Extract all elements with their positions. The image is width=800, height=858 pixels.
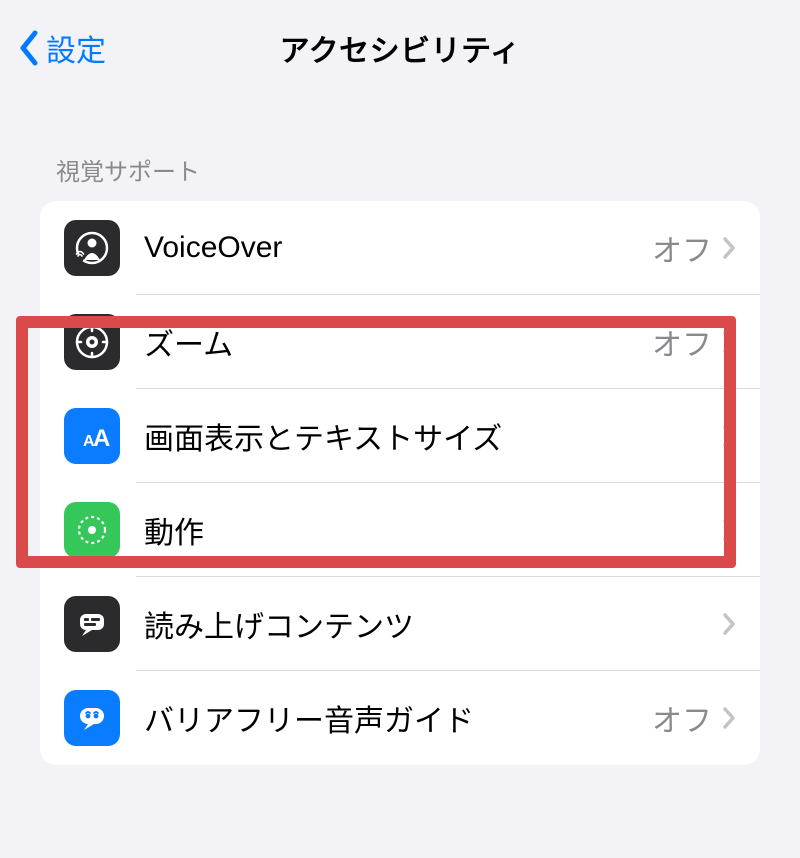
chevron-right-icon bbox=[722, 236, 736, 260]
row-value: オフ bbox=[652, 696, 712, 740]
row-label: VoiceOver bbox=[144, 231, 652, 265]
audio-descriptions-icon bbox=[64, 690, 120, 746]
list-item-motion[interactable]: 動作 bbox=[40, 483, 760, 577]
text-size-icon: A A bbox=[64, 408, 120, 464]
voiceover-icon bbox=[64, 220, 120, 276]
row-label: 読み上げコンテンツ bbox=[144, 602, 712, 646]
row-label: 画面表示とテキストサイズ bbox=[144, 414, 712, 458]
list-item-voiceover[interactable]: VoiceOver オフ bbox=[40, 201, 760, 295]
row-label: 動作 bbox=[144, 508, 712, 552]
chevron-right-icon bbox=[722, 424, 736, 448]
navbar: 設定 アクセシビリティ bbox=[0, 0, 800, 96]
settings-list: VoiceOver オフ ズーム オフ A A bbox=[40, 201, 760, 765]
chevron-right-icon bbox=[722, 706, 736, 730]
page-title: アクセシビリティ bbox=[0, 26, 800, 70]
chevron-left-icon bbox=[18, 30, 40, 66]
row-value: オフ bbox=[652, 320, 712, 364]
list-item-spoken-content[interactable]: 読み上げコンテンツ bbox=[40, 577, 760, 671]
back-button[interactable]: 設定 bbox=[18, 0, 106, 96]
list-item-zoom[interactable]: ズーム オフ bbox=[40, 295, 760, 389]
chevron-right-icon bbox=[722, 612, 736, 636]
back-label: 設定 bbox=[46, 26, 106, 70]
row-label: ズーム bbox=[144, 320, 652, 364]
list-item-audio-descriptions[interactable]: バリアフリー音声ガイド オフ bbox=[40, 671, 760, 765]
zoom-icon bbox=[64, 314, 120, 370]
section-header: 視覚サポート bbox=[0, 152, 800, 201]
motion-icon bbox=[64, 502, 120, 558]
row-value: オフ bbox=[652, 226, 712, 270]
svg-text:A: A bbox=[93, 425, 110, 452]
chevron-right-icon bbox=[722, 518, 736, 542]
spoken-content-icon bbox=[64, 596, 120, 652]
row-label: バリアフリー音声ガイド bbox=[144, 696, 652, 740]
list-item-display-text-size[interactable]: A A 画面表示とテキストサイズ bbox=[40, 389, 760, 483]
chevron-right-icon bbox=[722, 330, 736, 354]
